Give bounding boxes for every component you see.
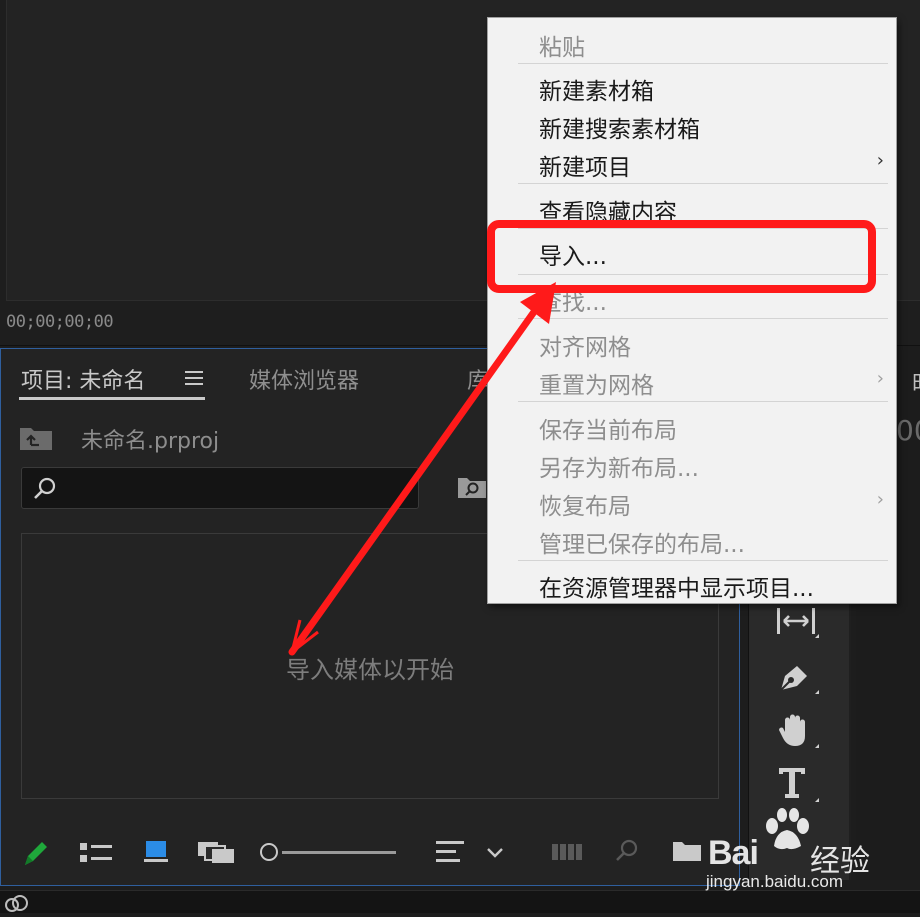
annotation-arrow-shaft — [288, 298, 545, 656]
annotation-overlay — [288, 220, 876, 656]
paw-logo-icon — [766, 808, 809, 850]
watermark-url: jingyan.baidu.com — [706, 872, 844, 891]
highlight-box — [487, 220, 876, 293]
baidu-watermark: Bai 经验 jingyan.baidu.com — [706, 808, 906, 892]
watermark-brand: Bai — [708, 834, 759, 872]
